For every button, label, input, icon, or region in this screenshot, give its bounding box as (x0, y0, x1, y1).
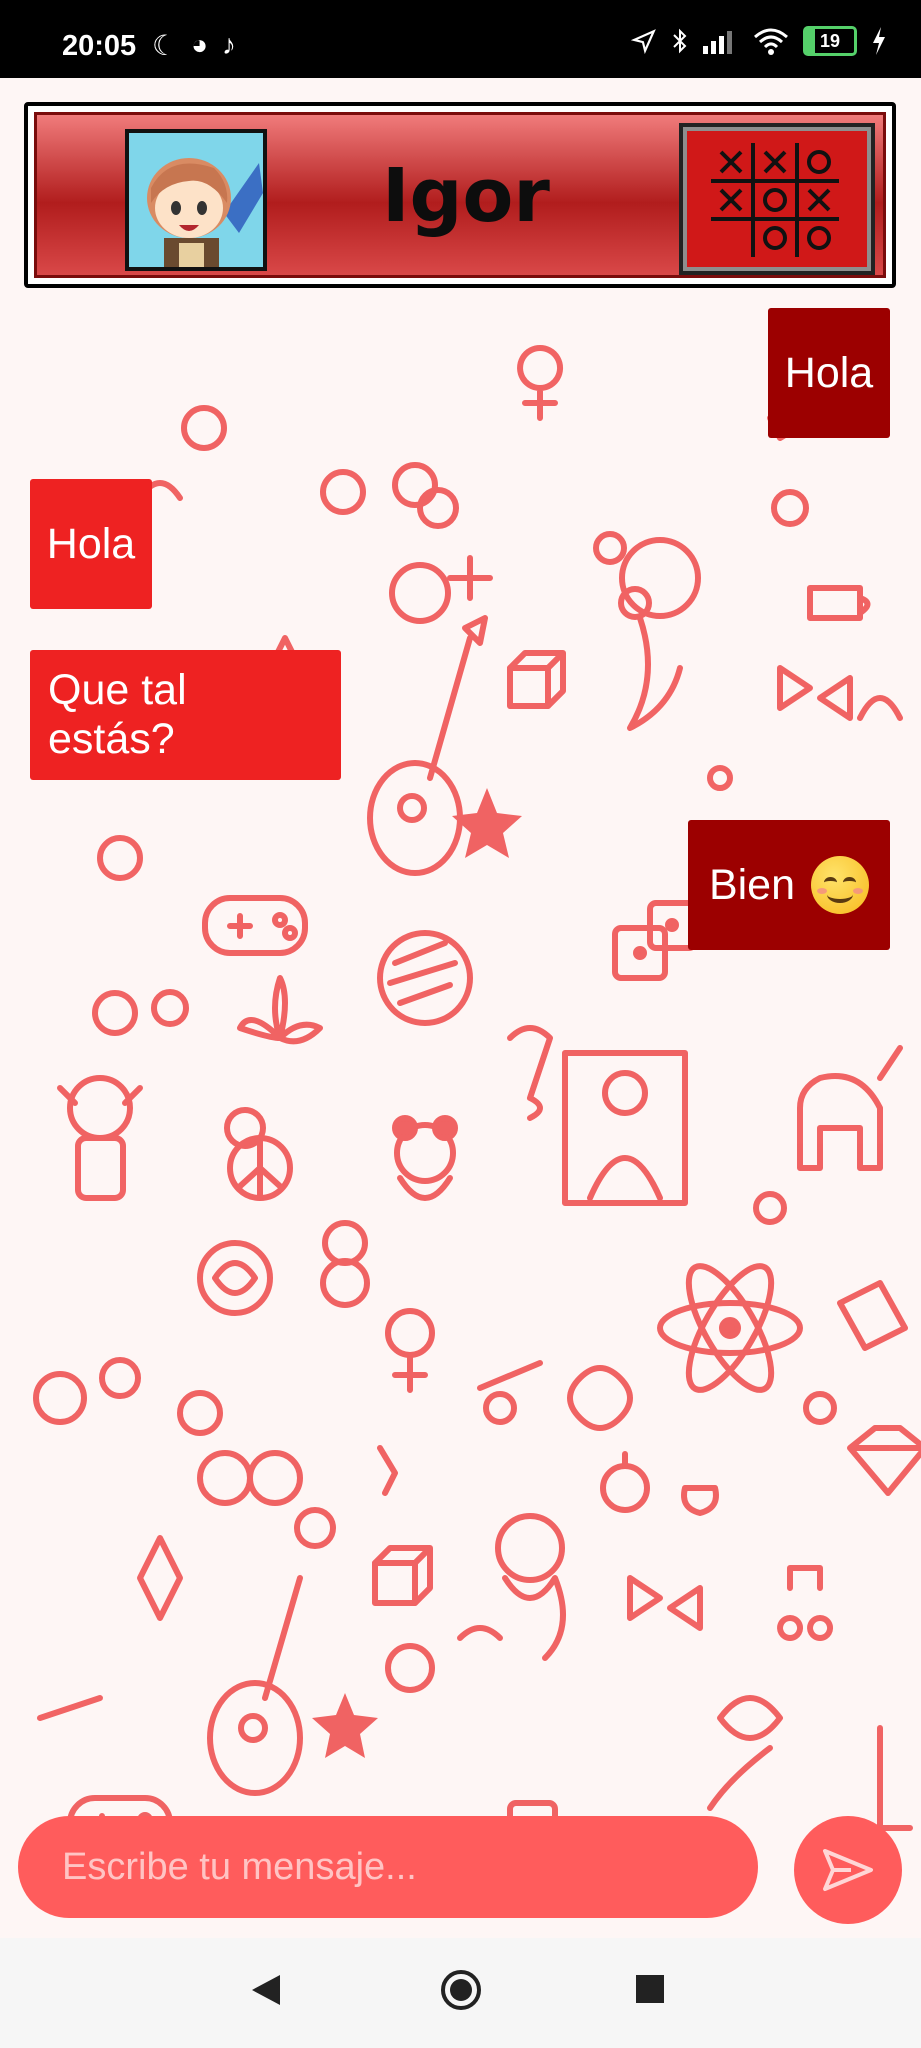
app-icon: ◕ (191, 29, 209, 60)
o-mark (763, 188, 787, 212)
bluetooth-icon (673, 28, 687, 54)
message-text: Que tal estás? (48, 666, 187, 763)
battery-icon: 19 (803, 26, 857, 56)
send-icon (823, 1849, 873, 1891)
status-time: 20:05 (62, 30, 137, 62)
x-mark (719, 150, 743, 174)
message-bubble-sent[interactable]: Hola (768, 308, 890, 438)
message-text: Hola (784, 348, 874, 397)
anime-avatar-icon (129, 133, 263, 267)
system-nav-bar (0, 1938, 921, 2048)
contact-name: Igor (382, 153, 550, 239)
message-text: Bien (708, 860, 796, 909)
charging-icon (873, 27, 885, 55)
recents-icon[interactable] (636, 1975, 664, 2003)
back-icon[interactable] (250, 1973, 282, 2007)
tic-tac-toe-icon (711, 143, 839, 257)
x-mark (807, 188, 831, 212)
moon-icon: ☾ (152, 30, 178, 61)
header-bar: Igor (34, 112, 886, 278)
message-bubble-sent[interactable]: Bien (688, 820, 890, 950)
message-input-container (18, 1816, 758, 1918)
wifi-icon (754, 28, 788, 55)
send-button[interactable] (794, 1816, 902, 1924)
o-mark (763, 226, 787, 250)
contact-avatar[interactable] (125, 129, 267, 271)
home-icon[interactable] (440, 1969, 482, 2011)
location-icon (631, 29, 656, 54)
smiling-face-emoji-icon (811, 856, 870, 914)
battery-level: 19 (819, 31, 841, 51)
tiktok-icon: ♪ (222, 29, 237, 60)
x-mark (763, 150, 787, 174)
signal-icon (703, 31, 732, 54)
message-input[interactable] (60, 1844, 724, 1890)
o-mark (807, 150, 831, 174)
x-mark (719, 188, 743, 212)
message-text: Hola (46, 519, 136, 568)
message-bubble-received[interactable]: Hola (30, 479, 152, 609)
o-mark (807, 226, 831, 250)
chat-header: Igor (24, 102, 896, 288)
status-bar: 20:05 ☾ ◕ ♪ 19 (0, 0, 921, 78)
message-bubble-received[interactable]: Que tal estás? (30, 650, 341, 780)
tic-tac-toe-button[interactable] (679, 123, 875, 275)
